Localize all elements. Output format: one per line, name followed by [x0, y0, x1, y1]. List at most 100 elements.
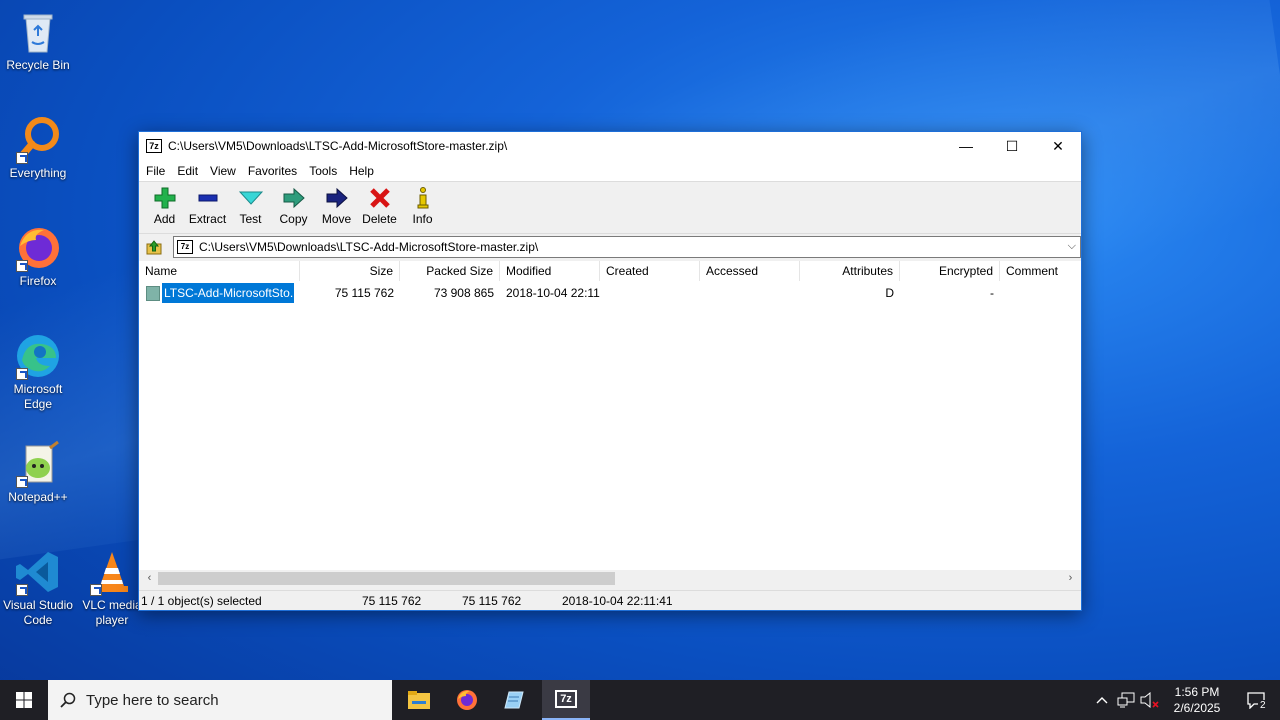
- row-modified: 2018-10-04 22:11: [506, 286, 600, 300]
- row-packed-size: 73 908 865: [433, 286, 494, 300]
- taskbar-file-explorer[interactable]: [395, 680, 443, 720]
- shortcut-arrow-icon: [16, 152, 28, 164]
- maximize-button[interactable]: ☐: [989, 132, 1035, 160]
- taskbar-clock[interactable]: 1:56 PM 2/6/2025: [1162, 684, 1232, 716]
- up-folder-button[interactable]: [143, 237, 165, 257]
- desktop-icon-firefox[interactable]: Firefox: [0, 224, 76, 289]
- taskbar-7zip[interactable]: 7z: [542, 680, 590, 720]
- chevron-down-icon[interactable]: ⌵: [1068, 240, 1076, 253]
- notepad-plus-plus-icon: [14, 440, 62, 488]
- chevron-up-icon[interactable]: [1090, 680, 1114, 720]
- copy-arrow-icon: [282, 186, 306, 210]
- desktop-icon-vscode[interactable]: Visual Studio Code: [0, 548, 76, 628]
- desktop-icon-notepad-plus-plus[interactable]: Notepad++: [0, 440, 76, 505]
- info-label: Info: [412, 212, 433, 226]
- status-selection: 1 / 1 object(s) selected: [141, 593, 262, 608]
- column-packed-size[interactable]: Packed Size: [400, 260, 500, 281]
- menu-help[interactable]: Help: [343, 164, 380, 178]
- menu-tools[interactable]: Tools: [303, 164, 343, 178]
- toolbar: Add Extract Test Copy Move Delete Info: [139, 182, 1081, 234]
- row-encrypted: -: [990, 286, 994, 300]
- copy-button[interactable]: Copy: [272, 186, 315, 226]
- scroll-right-icon[interactable]: ›: [1062, 570, 1079, 587]
- archive-icon: 7z: [177, 240, 193, 254]
- file-list[interactable]: Name Size Packed Size Modified Created A…: [139, 260, 1081, 571]
- firefox-icon: [457, 690, 477, 710]
- row-name-cell[interactable]: LTSC-Add-MicrosoftSto...: [139, 283, 300, 303]
- row-accessed: [700, 283, 800, 303]
- move-label: Move: [321, 212, 352, 226]
- column-comment[interactable]: Comment: [1000, 261, 1081, 281]
- menu-favorites[interactable]: Favorites: [242, 164, 303, 178]
- column-accessed[interactable]: Accessed: [700, 260, 800, 281]
- taskbar: Type here to search 7z 1:56 PM 2/6/2025 …: [0, 680, 1280, 720]
- menu-edit[interactable]: Edit: [171, 164, 204, 178]
- folder-icon: [146, 285, 160, 301]
- address-path: C:\Users\VM5\Downloads\LTSC-Add-Microsof…: [199, 240, 539, 254]
- shortcut-arrow-icon: [90, 584, 102, 596]
- table-row[interactable]: LTSC-Add-MicrosoftSto... 75 115 762 73 9…: [139, 283, 1081, 303]
- desktop-icon-label: Everything: [9, 166, 67, 180]
- search-icon: [60, 692, 76, 708]
- edge-icon: [14, 332, 62, 380]
- taskbar-search-box[interactable]: Type here to search: [48, 680, 392, 720]
- desktop-icon-label: Microsoft Edge: [13, 382, 63, 411]
- network-icon[interactable]: [1114, 680, 1138, 720]
- copy-label: Copy: [279, 212, 308, 226]
- horizontal-scrollbar[interactable]: ‹ ›: [139, 570, 1081, 587]
- shortcut-arrow-icon: [16, 476, 28, 488]
- file-explorer-icon: [408, 691, 430, 709]
- address-bar: 7z C:\Users\VM5\Downloads\LTSC-Add-Micro…: [139, 234, 1081, 260]
- close-button[interactable]: ✕: [1035, 132, 1081, 160]
- column-modified[interactable]: Modified: [500, 260, 600, 281]
- address-path-combobox[interactable]: 7z C:\Users\VM5\Downloads\LTSC-Add-Micro…: [173, 236, 1081, 258]
- scroll-left-icon[interactable]: ‹: [141, 570, 158, 587]
- scrollbar-thumb[interactable]: [158, 572, 615, 585]
- info-button[interactable]: Info: [401, 186, 444, 226]
- status-bar: 1 / 1 object(s) selected 75 115 762 75 1…: [139, 590, 1081, 610]
- test-label: Test: [239, 212, 262, 226]
- status-modified: 2018-10-04 22:11:41: [562, 593, 673, 608]
- everything-search-icon: [14, 116, 62, 164]
- taskbar-notepad[interactable]: [491, 680, 539, 720]
- desktop-icon-label: Notepad++: [8, 490, 68, 504]
- system-tray: 1:56 PM 2/6/2025 2: [1090, 680, 1280, 720]
- desktop-icon-label: Firefox: [19, 274, 57, 288]
- move-button[interactable]: Move: [315, 186, 358, 226]
- up-folder-icon: [146, 240, 162, 255]
- notification-center-button[interactable]: 2: [1232, 680, 1280, 720]
- desktop-icon-edge[interactable]: Microsoft Edge: [0, 332, 76, 412]
- column-size[interactable]: Size: [300, 260, 400, 281]
- test-button[interactable]: Test: [229, 186, 272, 226]
- column-attributes[interactable]: Attributes: [800, 260, 900, 281]
- plus-icon: [153, 186, 177, 210]
- menu-bar: File Edit View Favorites Tools Help: [139, 160, 1081, 182]
- notification-count-badge: 2: [1258, 700, 1268, 711]
- row-created: [600, 283, 700, 303]
- title-bar[interactable]: 7z C:\Users\VM5\Downloads\LTSC-Add-Micro…: [139, 132, 1081, 160]
- clock-time: 1:56 PM: [1174, 685, 1220, 699]
- column-created[interactable]: Created: [600, 260, 700, 281]
- shortcut-arrow-icon: [16, 584, 28, 596]
- desktop-icon-everything[interactable]: Everything: [0, 116, 76, 181]
- menu-view[interactable]: View: [204, 164, 242, 178]
- volume-muted-icon[interactable]: [1138, 680, 1162, 720]
- column-encrypted[interactable]: Encrypted: [900, 260, 1000, 281]
- delete-button[interactable]: Delete: [358, 186, 401, 226]
- delete-x-icon: [368, 186, 392, 210]
- menu-file[interactable]: File: [140, 164, 171, 178]
- 7zip-app-icon: 7z: [146, 139, 162, 153]
- desktop-icon-label: Recycle Bin: [6, 58, 70, 72]
- extract-button[interactable]: Extract: [186, 186, 229, 226]
- add-button[interactable]: Add: [143, 186, 186, 226]
- row-name[interactable]: LTSC-Add-MicrosoftSto...: [161, 283, 295, 303]
- desktop-icon-recycle-bin[interactable]: Recycle Bin: [0, 8, 76, 73]
- status-size: 75 115 762: [362, 593, 422, 608]
- column-name[interactable]: Name: [139, 260, 300, 281]
- vscode-icon: [14, 548, 62, 596]
- minimize-button[interactable]: —: [943, 132, 989, 160]
- taskbar-firefox[interactable]: [443, 680, 491, 720]
- row-size: 75 115 762: [334, 286, 394, 300]
- start-button[interactable]: [0, 680, 48, 720]
- row-comment: [1000, 283, 1081, 303]
